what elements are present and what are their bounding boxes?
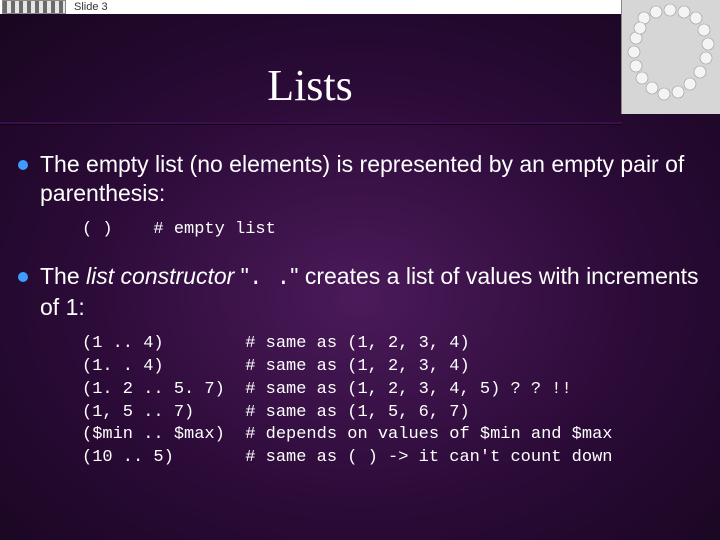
code-block: (1 .. 4) # same as (1, 2, 3, 4) (1. . 4)…	[82, 333, 702, 471]
company-logo	[2, 0, 66, 14]
bullet-text: The empty list (no elements) is represen…	[40, 150, 702, 209]
text-run: "	[234, 263, 249, 289]
bullet-item: The empty list (no elements) is represen…	[18, 150, 702, 209]
bullet-dot-icon	[18, 160, 28, 170]
code-block: ( ) # empty list	[82, 219, 702, 242]
bullet-text: The list constructor ". ." creates a lis…	[40, 262, 702, 323]
text-run-italic: list constructor	[86, 263, 234, 289]
slide-body: The empty list (no elements) is represen…	[18, 150, 702, 490]
slide-number-label: Slide 3	[74, 1, 108, 13]
pearl-necklace-icon	[621, 0, 720, 114]
bullet-dot-icon	[18, 272, 28, 282]
text-run-mono: . .	[249, 265, 290, 291]
top-bar: Slide 3	[0, 0, 720, 14]
slide: Slide 3 Lists The empty list (no element…	[0, 0, 720, 540]
slide-title: Lists	[0, 60, 620, 111]
title-underline	[0, 122, 622, 124]
text-run: The	[40, 263, 86, 289]
bullet-item: The list constructor ". ." creates a lis…	[18, 262, 702, 323]
